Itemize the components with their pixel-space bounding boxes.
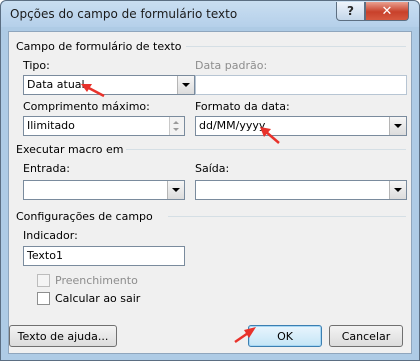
annotation-arrow-type — [81, 84, 105, 98]
annotation-arrow-date-format — [260, 127, 280, 144]
dialog-window: Opções do campo de formulário texto ? ✕ … — [0, 0, 420, 361]
annotation-arrows — [81, 84, 280, 344]
annotation-arrow-ok — [234, 327, 256, 344]
